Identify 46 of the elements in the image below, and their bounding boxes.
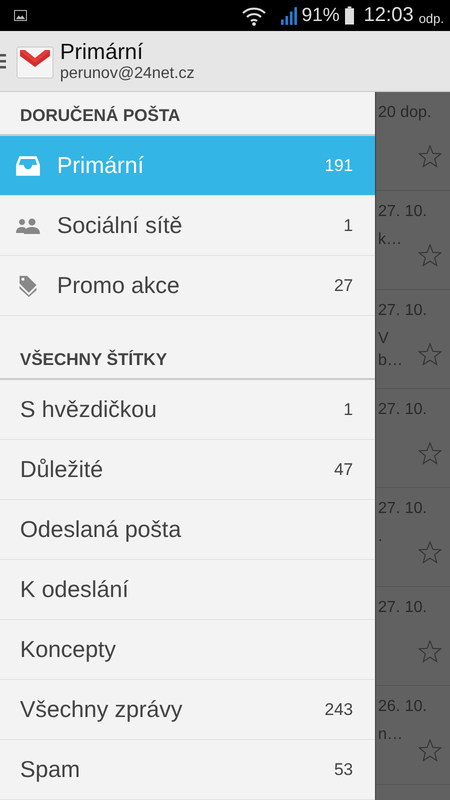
menu-icon[interactable] (0, 53, 6, 69)
unread-count: 243 (324, 700, 353, 720)
message-date: 20 dop. (378, 104, 432, 121)
star-icon[interactable] (418, 244, 442, 267)
signal-icon (280, 6, 297, 24)
star-icon[interactable] (418, 343, 442, 366)
clock-period: odp. (418, 10, 444, 26)
drawer-item[interactable]: S hvězdičkou 1 (0, 380, 375, 440)
star-icon[interactable] (418, 145, 442, 168)
battery-percent: 91% (302, 4, 340, 26)
message-snippet: k… (378, 230, 402, 250)
section-header: VŠECHNY ŠTÍTKY (0, 336, 375, 380)
unread-count: 1 (344, 400, 353, 420)
clock: 12:03 (364, 4, 414, 27)
drawer-item[interactable]: Koncepty (0, 620, 375, 680)
unread-count: 47 (334, 460, 353, 480)
drawer-item[interactable]: Důležité 47 (0, 440, 375, 500)
star-icon[interactable] (418, 739, 442, 762)
message-date: 26. 10. (378, 698, 427, 715)
unread-count: 191 (324, 156, 353, 176)
unread-count: 53 (334, 760, 353, 780)
unread-count: 1 (344, 216, 353, 236)
drawer-item[interactable]: Odeslaná pošta (0, 500, 375, 560)
message-snippet: . (378, 527, 382, 547)
image-icon (14, 10, 27, 21)
battery-icon (344, 6, 354, 25)
star-icon[interactable] (418, 541, 442, 564)
message-snippet: V (378, 329, 389, 349)
inbox-icon (15, 154, 41, 176)
drawer-item[interactable]: Sociální sítě 1 (0, 196, 375, 256)
message-date: 27. 10. (378, 401, 427, 418)
drawer-item[interactable]: Všechny zprávy 243 (0, 680, 375, 740)
message-date: 27. 10. (378, 599, 427, 616)
drawer-item[interactable]: K odeslání (0, 560, 375, 620)
drawer-item[interactable]: Promo akce 27 (0, 256, 375, 316)
star-icon[interactable] (418, 640, 442, 663)
account-email: perunov@24net.cz (60, 65, 195, 83)
star-icon[interactable] (418, 442, 442, 465)
unread-count: 27 (334, 276, 353, 296)
message-date: 27. 10. (378, 500, 427, 517)
message-date: 27. 10. (378, 302, 427, 319)
wifi-icon (242, 6, 266, 26)
app-title: Primární (60, 39, 144, 65)
drawer-item[interactable]: Spam 53 (0, 740, 375, 800)
message-date: 27. 10. (378, 203, 427, 220)
message-snippet: b… (378, 351, 403, 371)
